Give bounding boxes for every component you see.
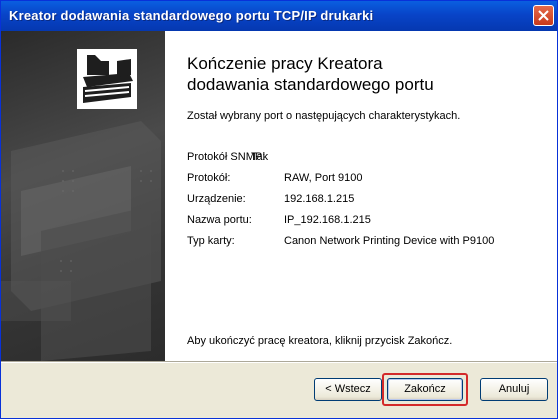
page-title-line2: dodawania standardowego portu: [187, 75, 434, 94]
wizard-side-panel: [1, 31, 165, 361]
detail-label: Protokół:: [187, 172, 231, 184]
detail-label: Nazwa portu:: [187, 214, 252, 226]
detail-value: Tak: [251, 151, 269, 163]
detail-value: 192.168.1.215: [284, 193, 355, 205]
detail-label: Typ karty:: [187, 235, 235, 247]
detail-value: Canon Network Printing Device with P9100: [284, 235, 495, 247]
intro-text: Został wybrany port o następujących char…: [187, 110, 461, 122]
close-icon: [538, 10, 549, 21]
finish-button[interactable]: Zakończ: [382, 373, 468, 406]
window-title: Kreator dodawania standardowego portu TC…: [9, 8, 374, 23]
finish-hint: Aby ukończyć pracę kreatora, kliknij prz…: [187, 335, 453, 347]
wizard-window: Kreator dodawania standardowego portu TC…: [0, 0, 558, 419]
back-button[interactable]: < Wstecz: [314, 378, 382, 401]
wizard-content: Kończenie pracy Kreatora dodawania stand…: [1, 31, 557, 361]
printer-wizard-icon: [1, 49, 161, 361]
detail-label: Urządzenie:: [187, 193, 246, 205]
footer-divider: [1, 361, 557, 363]
title-bar[interactable]: Kreator dodawania standardowego portu TC…: [1, 1, 557, 31]
page-title: Kończenie pracy Kreatora dodawania stand…: [187, 53, 547, 95]
detail-value: RAW, Port 9100: [284, 172, 363, 184]
page-title-line1: Kończenie pracy Kreatora: [187, 54, 383, 73]
detail-value: IP_192.168.1.215: [284, 214, 371, 226]
cancel-button[interactable]: Anuluj: [480, 378, 548, 401]
finish-highlight: [382, 373, 468, 406]
close-button[interactable]: [533, 5, 554, 26]
